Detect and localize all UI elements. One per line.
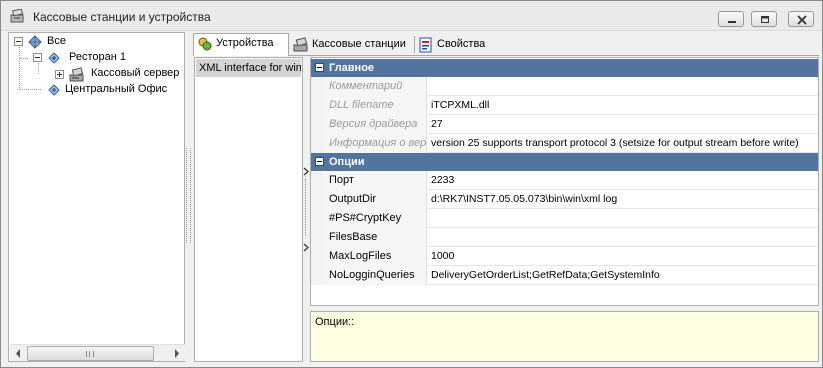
tree-item-label: Кассовый сервер xyxy=(91,67,180,79)
tree-item-label: Все xyxy=(47,35,66,47)
close-button[interactable] xyxy=(788,11,814,27)
tree-item-all[interactable]: Все xyxy=(9,34,184,50)
property-name: #PS#CryptKey xyxy=(322,209,427,228)
chevron-right-icon[interactable] xyxy=(303,167,310,176)
row-margin xyxy=(311,77,322,96)
chevron-right-icon[interactable] xyxy=(303,243,310,252)
description-panel: Опции:: xyxy=(310,311,819,362)
property-row[interactable]: OutputDir d:\RK7\INST7.05.05.073\bin\win… xyxy=(311,190,818,209)
tree-item-restaurant[interactable]: Ресторан 1 xyxy=(9,50,184,66)
property-value[interactable]: 2233 xyxy=(428,171,818,190)
property-value[interactable] xyxy=(428,228,818,247)
minimize-icon xyxy=(728,21,736,23)
category-label: Опции xyxy=(329,156,365,168)
cash-register-icon xyxy=(10,9,24,23)
row-margin xyxy=(311,209,322,228)
tree-splitter[interactable] xyxy=(185,148,191,243)
category-label: Главное xyxy=(329,62,375,74)
office-icon xyxy=(48,84,60,96)
tab-label: Кассовые станции xyxy=(312,38,406,50)
property-name: Порт xyxy=(322,171,427,190)
category-options[interactable]: Опции xyxy=(311,153,818,171)
property-value xyxy=(428,77,818,96)
property-name: OutputDir xyxy=(322,190,427,209)
row-margin xyxy=(311,96,322,115)
property-value[interactable]: d:\RK7\INST7.05.05.073\bin\win\xml log xyxy=(428,190,818,209)
globe-icon xyxy=(28,35,42,49)
description-text: Опции:: xyxy=(315,316,355,328)
tab-properties[interactable]: Свойства xyxy=(415,35,495,55)
property-row[interactable]: Комментарий xyxy=(311,77,818,96)
restaurant-icon xyxy=(48,52,60,64)
collapse-icon[interactable] xyxy=(14,37,23,46)
property-name: NoLogginQueries xyxy=(322,266,427,285)
property-row[interactable]: NoLogginQueries DeliveryGetOrderList;Get… xyxy=(311,266,818,285)
row-margin xyxy=(311,266,322,285)
panel-collapse-strip[interactable] xyxy=(303,57,310,362)
property-name: Информация о вер xyxy=(322,134,427,153)
window-title: Кассовые станции и устройства xyxy=(33,10,211,24)
devices-icon xyxy=(198,37,212,51)
property-value: iTCPXML.dll xyxy=(431,99,490,111)
collapse-icon[interactable] xyxy=(315,63,324,72)
scroll-right-icon[interactable] xyxy=(168,345,185,362)
maximize-icon xyxy=(761,16,769,23)
main-window: Кассовые станции и устройства Все Рестор… xyxy=(0,0,823,368)
row-margin xyxy=(311,134,322,153)
property-row[interactable]: Версия драйвера 27 xyxy=(311,115,818,134)
close-icon xyxy=(797,15,807,25)
property-name: MaxLogFiles xyxy=(322,247,427,266)
server-icon xyxy=(69,67,84,82)
tree-horizontal-scrollbar[interactable] xyxy=(10,344,185,361)
tree-item-central-office[interactable]: Центральный Офис xyxy=(9,82,184,98)
tree-item-label: Ресторан 1 xyxy=(69,51,126,63)
tab-cash-stations[interactable]: Кассовые станции xyxy=(290,35,412,55)
row-margin xyxy=(311,228,322,247)
tab-label: Свойства xyxy=(437,38,486,50)
title-bar[interactable]: Кассовые станции и устройства xyxy=(1,1,822,31)
property-row[interactable]: MaxLogFiles 1000 xyxy=(311,247,818,266)
splitter-grip xyxy=(305,179,307,235)
maximize-button[interactable] xyxy=(751,11,777,27)
row-margin xyxy=(311,115,322,134)
tab-devices[interactable]: Устройства xyxy=(193,33,289,56)
property-name: DLL filename xyxy=(322,96,427,115)
minimize-button[interactable] xyxy=(718,11,744,27)
property-value[interactable]: DeliveryGetOrderList;GetRefData;GetSyste… xyxy=(428,266,818,285)
collapse-icon[interactable] xyxy=(315,157,324,166)
property-name: Версия драйвера xyxy=(322,115,427,134)
expand-icon[interactable] xyxy=(55,70,64,79)
property-row[interactable]: DLL filename iTCPXML.dll xyxy=(311,96,818,115)
property-name: FilesBase xyxy=(322,228,427,247)
scrollbar-thumb[interactable] xyxy=(27,346,154,361)
property-row[interactable]: Порт 2233 xyxy=(311,171,818,190)
row-margin xyxy=(311,190,322,209)
property-value: version 25 supports transport protocol 3… xyxy=(431,137,799,149)
scroll-left-icon[interactable] xyxy=(10,345,27,362)
property-row[interactable]: FilesBase xyxy=(311,228,818,247)
properties-icon xyxy=(419,37,432,53)
tree-item-label: Центральный Офис xyxy=(65,83,168,95)
property-row[interactable]: #PS#CryptKey xyxy=(311,209,818,228)
collapse-icon[interactable] xyxy=(33,53,42,62)
property-name: Комментарий xyxy=(322,77,427,96)
row-margin xyxy=(311,247,322,266)
station-tree[interactable]: Все Ресторан 1 Кассовый сервер Центральн… xyxy=(8,32,185,362)
property-value[interactable]: 1000 xyxy=(428,247,818,266)
property-value: 27 xyxy=(431,118,443,130)
tab-label: Устройства xyxy=(216,37,274,49)
tree-item-cash-server[interactable]: Кассовый сервер xyxy=(9,66,184,82)
grip-icon xyxy=(86,351,94,357)
category-main[interactable]: Главное xyxy=(311,59,818,77)
device-list[interactable]: XML interface for win xyxy=(194,57,303,362)
device-item[interactable]: XML interface for win xyxy=(196,59,301,77)
row-margin xyxy=(311,171,322,190)
tab-bar: Устройства Кассовые станции Свойства xyxy=(193,33,819,56)
property-row[interactable]: Информация о вер version 25 supports tra… xyxy=(311,134,818,153)
property-grid[interactable]: Главное Комментарий DLL filename iTCPXML… xyxy=(310,57,819,306)
cash-station-icon xyxy=(293,37,308,52)
property-value[interactable] xyxy=(428,209,818,228)
